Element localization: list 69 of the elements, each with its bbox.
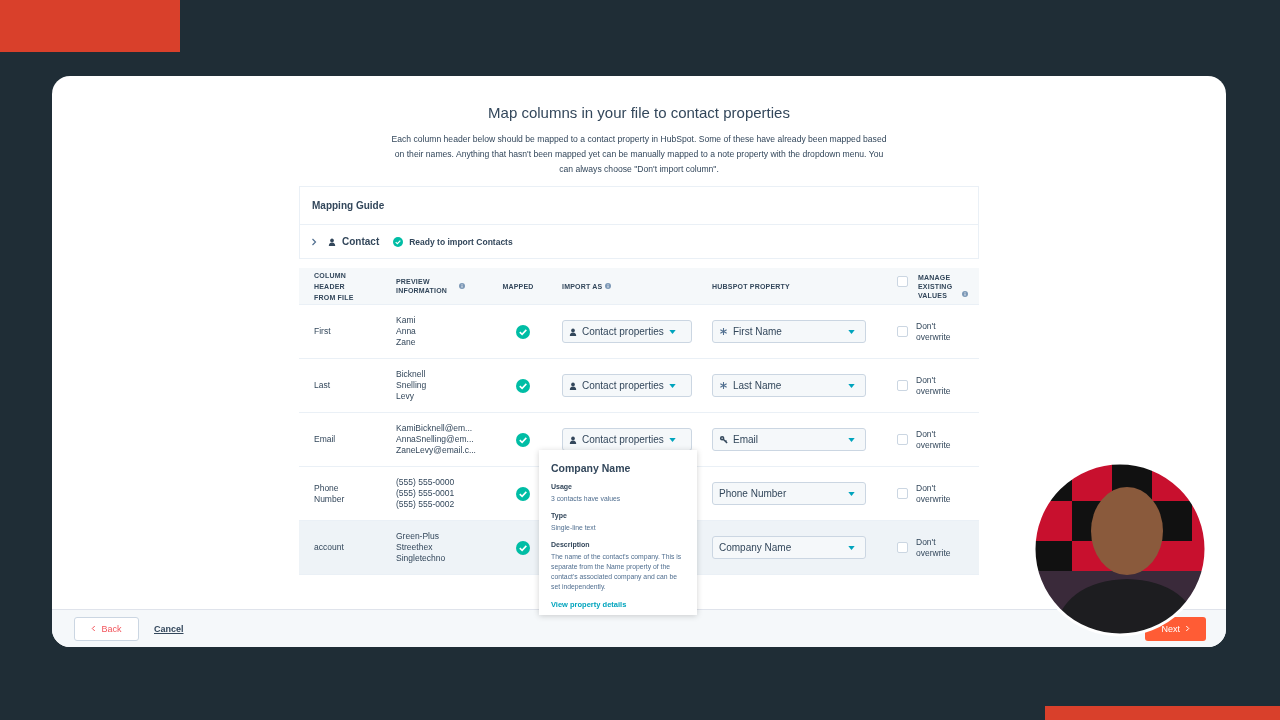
person-icon — [569, 435, 577, 444]
checkbox[interactable] — [897, 542, 908, 553]
import-as-dropdown[interactable]: Contact properties — [562, 320, 692, 343]
cancel-link[interactable]: Cancel — [154, 623, 184, 634]
property-dropdown[interactable]: Last Name — [712, 374, 866, 397]
page-description: Each column header below should be mapped to a contact property in HubSpot. Some of these have already been mapped based on their names. Anything that hasn't been mapped yet can be manually mapped to a note property with the dropdown menu. You can always choose "Don't import column". — [390, 133, 888, 176]
popover-title: Company Name — [551, 462, 632, 474]
status-text: Ready to import Contacts — [409, 236, 513, 247]
preview-value: Zane — [396, 336, 416, 348]
preview-value: (555) 555-0002 — [396, 498, 455, 510]
checkbox-label: Don't overwrite — [916, 428, 952, 451]
checkbox-label: Don't overwrite — [916, 320, 952, 343]
preview-value: KamiBicknell@em... — [396, 423, 473, 435]
property-dropdown[interactable]: First Name — [712, 320, 866, 343]
table-cell-text: Email — [314, 434, 337, 445]
checkbox[interactable] — [897, 434, 908, 445]
table-cell-text: Phone Number — [314, 482, 346, 505]
check-icon — [393, 236, 404, 247]
table-cell-text: Last — [314, 380, 332, 391]
checkbox[interactable] — [897, 326, 908, 337]
caret-icon — [848, 383, 855, 388]
info-icon[interactable] — [459, 283, 465, 289]
preview-value: Snelling — [396, 380, 427, 391]
preview-value: ZaneLevy@email.c... — [396, 444, 476, 456]
table-cell-text: account — [314, 542, 345, 553]
info-icon[interactable] — [962, 291, 968, 297]
preview-value: Kami — [396, 315, 416, 327]
chevron-icon[interactable] — [310, 237, 318, 246]
caret-icon — [668, 383, 676, 388]
preview-value: Levy — [396, 390, 414, 402]
property-dropdown[interactable]: Company Name — [712, 536, 866, 559]
preview-value: Bicknell — [396, 369, 426, 381]
import-as-dropdown[interactable]: Contact properties — [562, 374, 692, 397]
preview-value: Anna — [396, 326, 416, 337]
property-dropdown[interactable]: Phone Number — [712, 482, 866, 505]
caret-icon — [848, 545, 855, 550]
table-cell-text: First — [314, 326, 332, 337]
asterisk-icon — [719, 381, 728, 390]
guide-title: Mapping Guide — [300, 187, 978, 225]
caret-icon — [668, 437, 676, 442]
object-name: Contact — [342, 236, 380, 247]
chevron-icon — [91, 625, 97, 632]
preview-value: Streethex — [396, 542, 433, 553]
person-icon — [569, 381, 577, 390]
preview-value: Green-Plus — [396, 531, 439, 543]
back-button[interactable]: Back — [74, 616, 139, 641]
preview-value: Singletechno — [396, 552, 446, 564]
caret-icon — [848, 329, 855, 334]
preview-value: AnnaSnelling@em... — [396, 434, 474, 445]
checkbox[interactable] — [897, 488, 908, 499]
asterisk-icon — [719, 327, 728, 336]
checkbox-label: Don't overwrite — [916, 374, 952, 397]
person-icon — [569, 327, 577, 336]
info-icon[interactable] — [605, 283, 612, 289]
caret-icon — [848, 437, 855, 442]
checkbox-label: Don't overwrite — [916, 536, 952, 559]
checkbox[interactable] — [897, 380, 908, 391]
chevron-icon — [1185, 625, 1190, 632]
preview-value: (555) 555-0001 — [396, 488, 455, 499]
import-as-dropdown[interactable]: Contact properties — [562, 428, 692, 451]
checkbox-label: Don't overwrite — [916, 482, 952, 505]
property-dropdown[interactable]: Email — [712, 428, 866, 451]
caret-icon — [668, 329, 676, 334]
page-title: Map columns in your file to contact properties — [488, 104, 790, 121]
checkbox[interactable] — [897, 275, 908, 287]
preview-value: (555) 555-0000 — [396, 477, 455, 489]
caret-icon — [848, 491, 855, 496]
person-icon — [328, 237, 336, 246]
key-icon — [719, 435, 728, 444]
